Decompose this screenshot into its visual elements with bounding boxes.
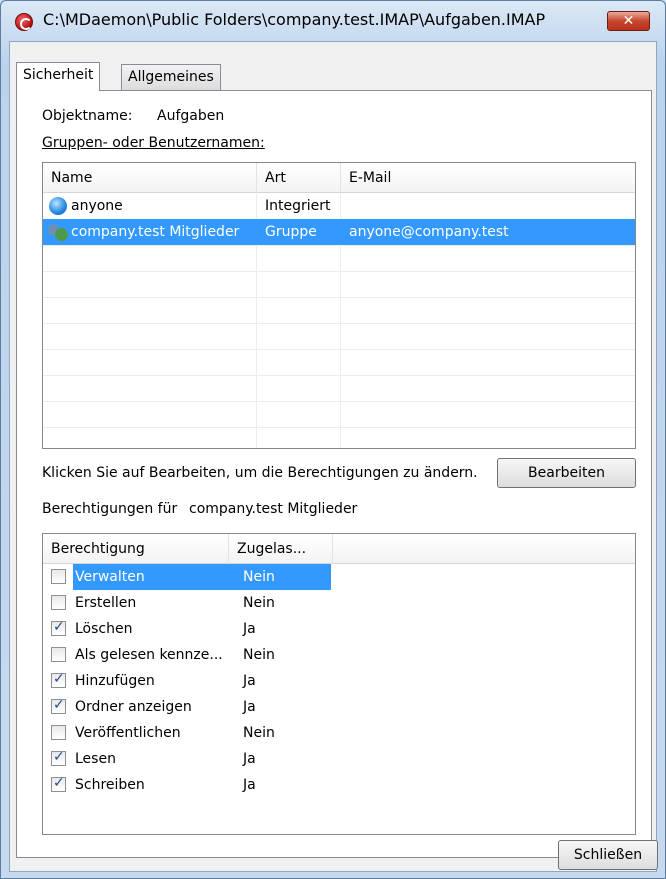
permission-name: Hinzufügen bbox=[75, 673, 155, 689]
permission-row-schreiben[interactable]: Schreiben Ja bbox=[43, 772, 635, 798]
column-header-name[interactable]: Name bbox=[43, 163, 257, 193]
user-row-anyone[interactable]: anyone Integriert bbox=[43, 193, 635, 219]
permission-row-lesen[interactable]: Lesen Ja bbox=[43, 746, 635, 772]
security-tab-panel: Objektname: Aufgaben Gruppen- oder Benut… bbox=[16, 90, 652, 858]
permission-value: Ja bbox=[243, 673, 256, 689]
object-name-label: Objektname: bbox=[42, 108, 133, 124]
permission-name: Verwalten bbox=[73, 564, 237, 590]
permission-row-erstellen[interactable]: Erstellen Nein bbox=[43, 590, 635, 616]
permission-row-hinzufuegen[interactable]: Hinzufügen Ja bbox=[43, 668, 635, 694]
permission-name: Veröffentlichen bbox=[75, 725, 181, 741]
user-row-company-test-mitglieder[interactable]: company.test Mitglieder Gruppe anyone@co… bbox=[43, 219, 635, 245]
permission-value: Ja bbox=[243, 621, 256, 637]
user-name: anyone bbox=[71, 198, 123, 214]
users-list-header: Name Art E-Mail bbox=[43, 163, 635, 193]
column-header-berechtigung[interactable]: Berechtigung bbox=[43, 534, 229, 564]
group-icon bbox=[47, 222, 69, 242]
users-listview[interactable]: Name Art E-Mail anyone Integriert compan… bbox=[42, 162, 636, 449]
permission-value: Ja bbox=[243, 777, 256, 793]
permission-name: Als gelesen kennze... bbox=[75, 647, 223, 663]
permissions-for-label: Berechtigungen für bbox=[42, 501, 178, 517]
column-header-zugelassen[interactable]: Zugelas... bbox=[229, 534, 333, 564]
window-title: C:\MDaemon\Public Folders\company.test.I… bbox=[43, 10, 546, 29]
close-dialog-button[interactable]: Schließen bbox=[558, 840, 658, 870]
permission-value: Nein bbox=[237, 564, 331, 590]
mdaemon-app-icon bbox=[15, 13, 33, 31]
permission-row-verwalten[interactable]: Verwalten Nein bbox=[43, 564, 635, 590]
user-type: Gruppe bbox=[265, 224, 317, 240]
edit-button[interactable]: Bearbeiten bbox=[497, 458, 636, 488]
permission-row-ordner-anzeigen[interactable]: Ordner anzeigen Ja bbox=[43, 694, 635, 720]
dialog-window: C:\MDaemon\Public Folders\company.test.I… bbox=[0, 0, 666, 879]
permission-name: Erstellen bbox=[75, 595, 137, 611]
permission-checkbox[interactable] bbox=[51, 697, 66, 714]
dialog-client-area: Sicherheit Allgemeines Objektname: Aufga… bbox=[9, 41, 658, 872]
permission-checkbox[interactable] bbox=[51, 647, 66, 662]
permission-name: Ordner anzeigen bbox=[75, 699, 192, 715]
permission-value: Nein bbox=[243, 725, 275, 741]
tab-allgemeines[interactable]: Allgemeines bbox=[121, 64, 221, 90]
column-header-art[interactable]: Art bbox=[257, 163, 341, 193]
permission-row-loeschen[interactable]: Löschen Ja bbox=[43, 616, 635, 642]
permission-name: Löschen bbox=[75, 621, 133, 637]
permissions-for-value: company.test Mitglieder bbox=[189, 501, 358, 517]
permission-checkbox[interactable] bbox=[51, 569, 66, 584]
groups-users-label: Gruppen- oder Benutzernamen: bbox=[42, 135, 265, 151]
user-email: anyone@company.test bbox=[349, 224, 509, 240]
permission-checkbox[interactable] bbox=[51, 775, 66, 792]
permission-row-veroeffentlichen[interactable]: Veröffentlichen Nein bbox=[43, 720, 635, 746]
permission-value: Ja bbox=[243, 751, 256, 767]
permission-row-als-gelesen-kennzeichnen[interactable]: Als gelesen kennze... Nein bbox=[43, 642, 635, 668]
permissions-list-header: Berechtigung Zugelas... bbox=[43, 534, 635, 564]
title-bar[interactable]: C:\MDaemon\Public Folders\company.test.I… bbox=[1, 1, 665, 41]
permission-checkbox[interactable] bbox=[51, 671, 66, 688]
permission-checkbox[interactable] bbox=[51, 749, 66, 766]
permission-value: Nein bbox=[243, 647, 275, 663]
user-name: company.test Mitglieder bbox=[71, 224, 240, 240]
column-header-email[interactable]: E-Mail bbox=[341, 163, 635, 193]
user-type: Integriert bbox=[265, 198, 331, 214]
window-close-button[interactable]: ✕ bbox=[607, 11, 650, 31]
permission-value: Nein bbox=[243, 595, 275, 611]
object-name-value: Aufgaben bbox=[157, 108, 225, 124]
permissions-listview[interactable]: Berechtigung Zugelas... Verwalten Nein E… bbox=[42, 533, 636, 835]
permission-name: Schreiben bbox=[75, 777, 145, 793]
permission-checkbox[interactable] bbox=[51, 619, 66, 636]
edit-hint-text: Klicken Sie auf Bearbeiten, um die Berec… bbox=[42, 465, 478, 481]
permission-value: Ja bbox=[243, 699, 256, 715]
permission-checkbox[interactable] bbox=[51, 595, 66, 610]
tab-sicherheit[interactable]: Sicherheit bbox=[16, 62, 101, 91]
permission-checkbox[interactable] bbox=[51, 725, 66, 740]
permission-name: Lesen bbox=[75, 751, 116, 767]
globe-icon bbox=[49, 197, 67, 215]
